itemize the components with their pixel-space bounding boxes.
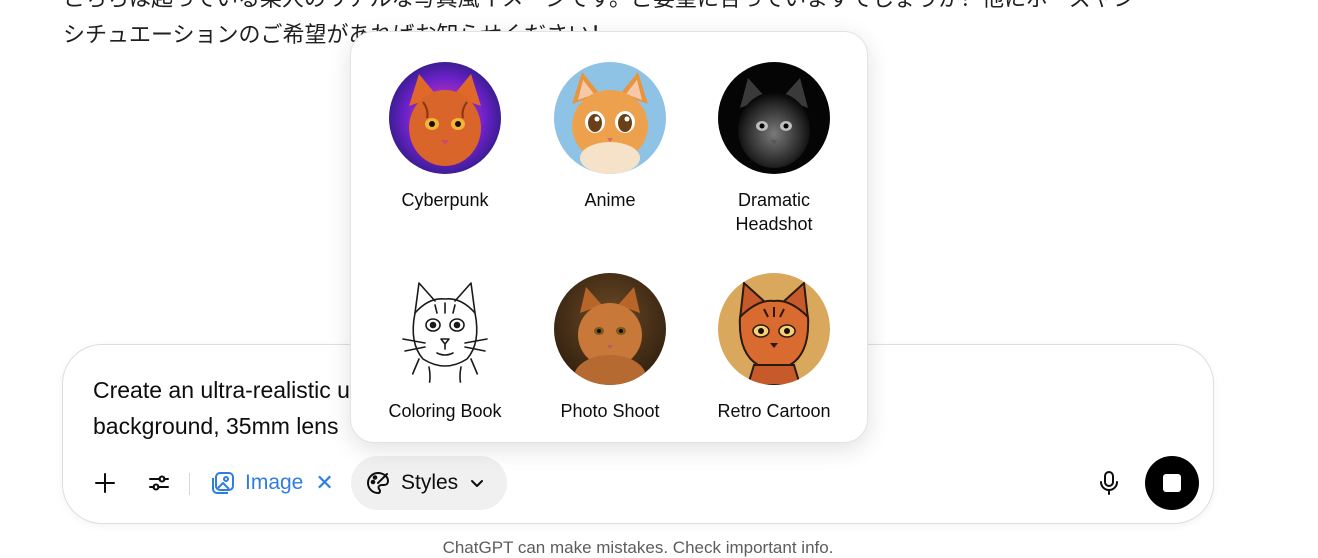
style-label: Dramatic Headshot bbox=[735, 190, 813, 234]
stop-generating-button[interactable] bbox=[1145, 456, 1199, 510]
microphone-icon bbox=[1100, 471, 1118, 495]
style-label: Anime bbox=[584, 190, 636, 210]
add-attachment-button[interactable] bbox=[85, 463, 125, 503]
style-option-anime[interactable]: Anime bbox=[528, 62, 692, 212]
dramatic-cat-thumbnail bbox=[718, 62, 830, 174]
style-option-cyberpunk[interactable]: Cyberpunk bbox=[363, 62, 527, 212]
retro-cat-thumbnail bbox=[718, 273, 830, 385]
anime-cat-thumbnail bbox=[554, 62, 666, 174]
style-option-photo-shoot[interactable]: Photo Shoot bbox=[528, 273, 692, 423]
style-option-retro-cartoon[interactable]: Retro Cartoon bbox=[692, 273, 856, 423]
style-label: Retro Cartoon bbox=[717, 401, 831, 421]
toolbar-divider bbox=[189, 473, 190, 495]
image-icon bbox=[212, 472, 234, 494]
style-option-coloring-book[interactable]: Coloring Book bbox=[363, 273, 527, 423]
image-tool-chip[interactable]: Image ✕ bbox=[209, 463, 334, 503]
styles-label: Styles bbox=[401, 471, 459, 494]
style-label: Cyberpunk bbox=[401, 190, 489, 210]
styles-button[interactable]: Styles bbox=[351, 456, 507, 510]
style-label: Coloring Book bbox=[388, 401, 502, 421]
plus-icon bbox=[95, 473, 115, 493]
palette-icon bbox=[367, 472, 389, 494]
photo-cat-thumbnail bbox=[554, 273, 666, 385]
voice-input-button[interactable] bbox=[1089, 463, 1129, 503]
disclaimer-text: ChatGPT can make mistakes. Check importa… bbox=[442, 538, 834, 557]
cyberpunk-cat-thumbnail bbox=[389, 62, 501, 174]
assistant-message-line-1: こちらは起っている某人のリアルな写真風イメージです。ご要望に合っていますでしょう… bbox=[63, 0, 1135, 16]
remove-image-chip-icon[interactable]: ✕ bbox=[315, 470, 333, 496]
tools-button[interactable] bbox=[139, 463, 179, 503]
style-option-dramatic-headshot[interactable]: Dramatic Headshot bbox=[692, 62, 856, 236]
sliders-icon bbox=[149, 475, 169, 491]
stop-icon bbox=[1163, 474, 1181, 492]
style-label: Photo Shoot bbox=[560, 401, 660, 421]
image-chip-label: Image bbox=[245, 471, 304, 494]
styles-menu: Cyberpunk Anime Dramatic Headshot Colori… bbox=[350, 31, 868, 443]
coloring-book-cat-thumbnail bbox=[389, 273, 501, 385]
chevron-down-icon bbox=[471, 480, 484, 487]
